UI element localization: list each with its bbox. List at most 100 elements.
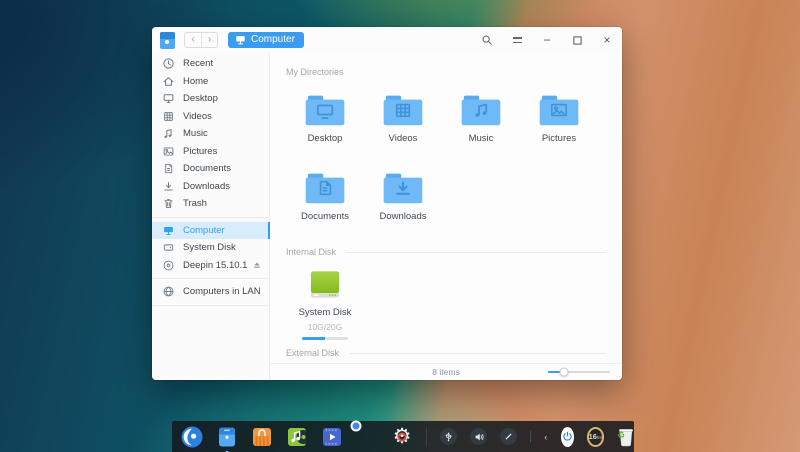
sidebar-label: Computer — [183, 225, 225, 236]
folder-documents[interactable]: Documents — [286, 170, 364, 222]
system-disk-icon — [310, 270, 340, 299]
sidebar-item-pictures[interactable]: Pictures — [152, 143, 269, 161]
dock-file-manager[interactable] — [216, 426, 238, 448]
maximize-button[interactable] — [570, 33, 584, 47]
speaker-icon — [473, 431, 485, 443]
desktop-wallpaper: ‹ › Computer − — [0, 0, 800, 452]
section-title: My Directories — [286, 67, 344, 77]
nav-buttons: ‹ › — [184, 32, 218, 48]
picture-icon — [162, 145, 175, 158]
clock-minute: 59 — [597, 431, 602, 445]
statusbar: 8 items — [270, 363, 622, 380]
breadcrumb-tab-computer[interactable]: Computer — [228, 32, 304, 48]
sidebar-separator — [152, 217, 269, 218]
section-internal-disk: Internal Disk — [286, 247, 606, 257]
dock-music-player[interactable] — [286, 426, 308, 448]
sidebar-item-videos[interactable]: Videos — [152, 108, 269, 126]
power-icon — [561, 430, 574, 443]
trash-icon — [162, 197, 175, 210]
tray-usb-device[interactable] — [440, 428, 457, 445]
eject-icon[interactable] — [253, 261, 261, 269]
tray-volume[interactable] — [470, 428, 487, 445]
dock-separator — [426, 427, 427, 447]
icon-size-slider[interactable] — [548, 366, 610, 378]
dock-movie-player[interactable] — [321, 426, 343, 448]
sidebar-item-downloads[interactable]: Downloads — [152, 178, 269, 196]
clock-hour: 16 — [589, 429, 597, 445]
folder-pictures[interactable]: Pictures — [520, 92, 598, 144]
folder-icon — [381, 92, 425, 128]
dock-trash[interactable]: ♻ — [617, 427, 625, 447]
sidebar-item-computers-in-lan[interactable]: Computers in LAN — [152, 283, 269, 301]
folder-label: Documents — [301, 211, 349, 222]
sidebar-item-desktop[interactable]: Desktop — [152, 90, 269, 108]
search-icon[interactable] — [480, 33, 494, 47]
folder-grid-row-1: Desktop Videos — [286, 92, 606, 144]
sidebar-item-system-disk[interactable]: System Disk — [152, 239, 269, 257]
dock-chrome-browser[interactable] — [356, 426, 378, 448]
dock-shutdown-button[interactable] — [561, 427, 574, 447]
folder-videos[interactable]: Videos — [364, 92, 442, 144]
back-button[interactable]: ‹ — [185, 33, 201, 47]
sidebar-item-trash[interactable]: Trash — [152, 195, 269, 213]
folder-icon — [303, 92, 347, 128]
sidebar-item-recent[interactable]: Recent — [152, 55, 269, 73]
movie-player-icon — [321, 426, 343, 448]
hard-disk-icon — [162, 241, 175, 254]
sidebar-item-computer[interactable]: Computer — [152, 222, 269, 240]
sidebar-label: Trash — [183, 198, 207, 209]
tray-pen-input[interactable] — [500, 428, 517, 445]
dock-app-store[interactable] — [251, 426, 273, 448]
document-icon — [162, 162, 175, 175]
folder-icon — [303, 170, 347, 206]
sidebar-label: Music — [183, 128, 208, 139]
sidebar-label: Documents — [183, 163, 231, 174]
titlebar-menu-icon[interactable] — [510, 33, 524, 47]
slider-handle[interactable] — [559, 368, 568, 377]
sidebar-item-home[interactable]: Home — [152, 73, 269, 91]
section-title: Internal Disk — [286, 247, 336, 257]
system-disk-item[interactable]: System Disk 10G/20G — [286, 270, 364, 340]
slider-track — [548, 371, 610, 373]
optical-disc-icon — [162, 259, 175, 272]
folder-label: Videos — [389, 133, 418, 144]
disk-label: System Disk — [299, 307, 352, 318]
folder-label: Pictures — [542, 133, 576, 144]
minimize-button[interactable]: − — [540, 33, 554, 47]
sidebar-item-documents[interactable]: Documents — [152, 160, 269, 178]
sidebar-label: System Disk — [183, 242, 236, 253]
monitor-icon — [162, 92, 175, 105]
file-manager-app-icon — [160, 32, 175, 49]
folder-downloads[interactable]: Downloads — [364, 170, 442, 222]
sidebar-label: Deepin 15.10.1 — [183, 260, 247, 271]
dock: ⚙ ‹ — [172, 421, 634, 452]
dock-control-center[interactable]: ⚙ — [391, 426, 413, 448]
launcher-icon — [181, 426, 203, 448]
pen-icon — [503, 431, 514, 442]
recycle-icon: ♻ — [617, 432, 625, 441]
folder-music[interactable]: Music — [442, 92, 520, 144]
close-button[interactable]: × — [600, 33, 614, 47]
forward-button[interactable]: › — [201, 33, 217, 47]
dock-launcher[interactable] — [181, 426, 203, 448]
sidebar-item-deepin-image[interactable]: Deepin 15.10.1 — [152, 257, 269, 275]
file-manager-window: ‹ › Computer − — [152, 27, 622, 380]
download-icon — [162, 180, 175, 193]
dock-clock[interactable]: 1659 — [587, 427, 604, 447]
folder-desktop[interactable]: Desktop — [286, 92, 364, 144]
sidebar-item-music[interactable]: Music — [152, 125, 269, 143]
home-icon — [162, 75, 175, 88]
network-globe-icon — [162, 285, 175, 298]
section-rule — [346, 252, 606, 253]
section-my-directories: My Directories — [286, 67, 606, 77]
folder-label: Downloads — [380, 211, 427, 222]
file-manager-icon — [216, 426, 238, 448]
tray-collapse-chevron[interactable]: ‹ — [544, 432, 548, 442]
sidebar-label: Downloads — [183, 181, 230, 192]
clock-icon — [162, 57, 175, 70]
disk-capacity: 10G/20G — [308, 322, 343, 332]
section-title: External Disk — [286, 348, 339, 358]
folder-icon — [381, 170, 425, 206]
folder-label: Desktop — [308, 133, 343, 144]
monitor-icon — [235, 35, 246, 45]
